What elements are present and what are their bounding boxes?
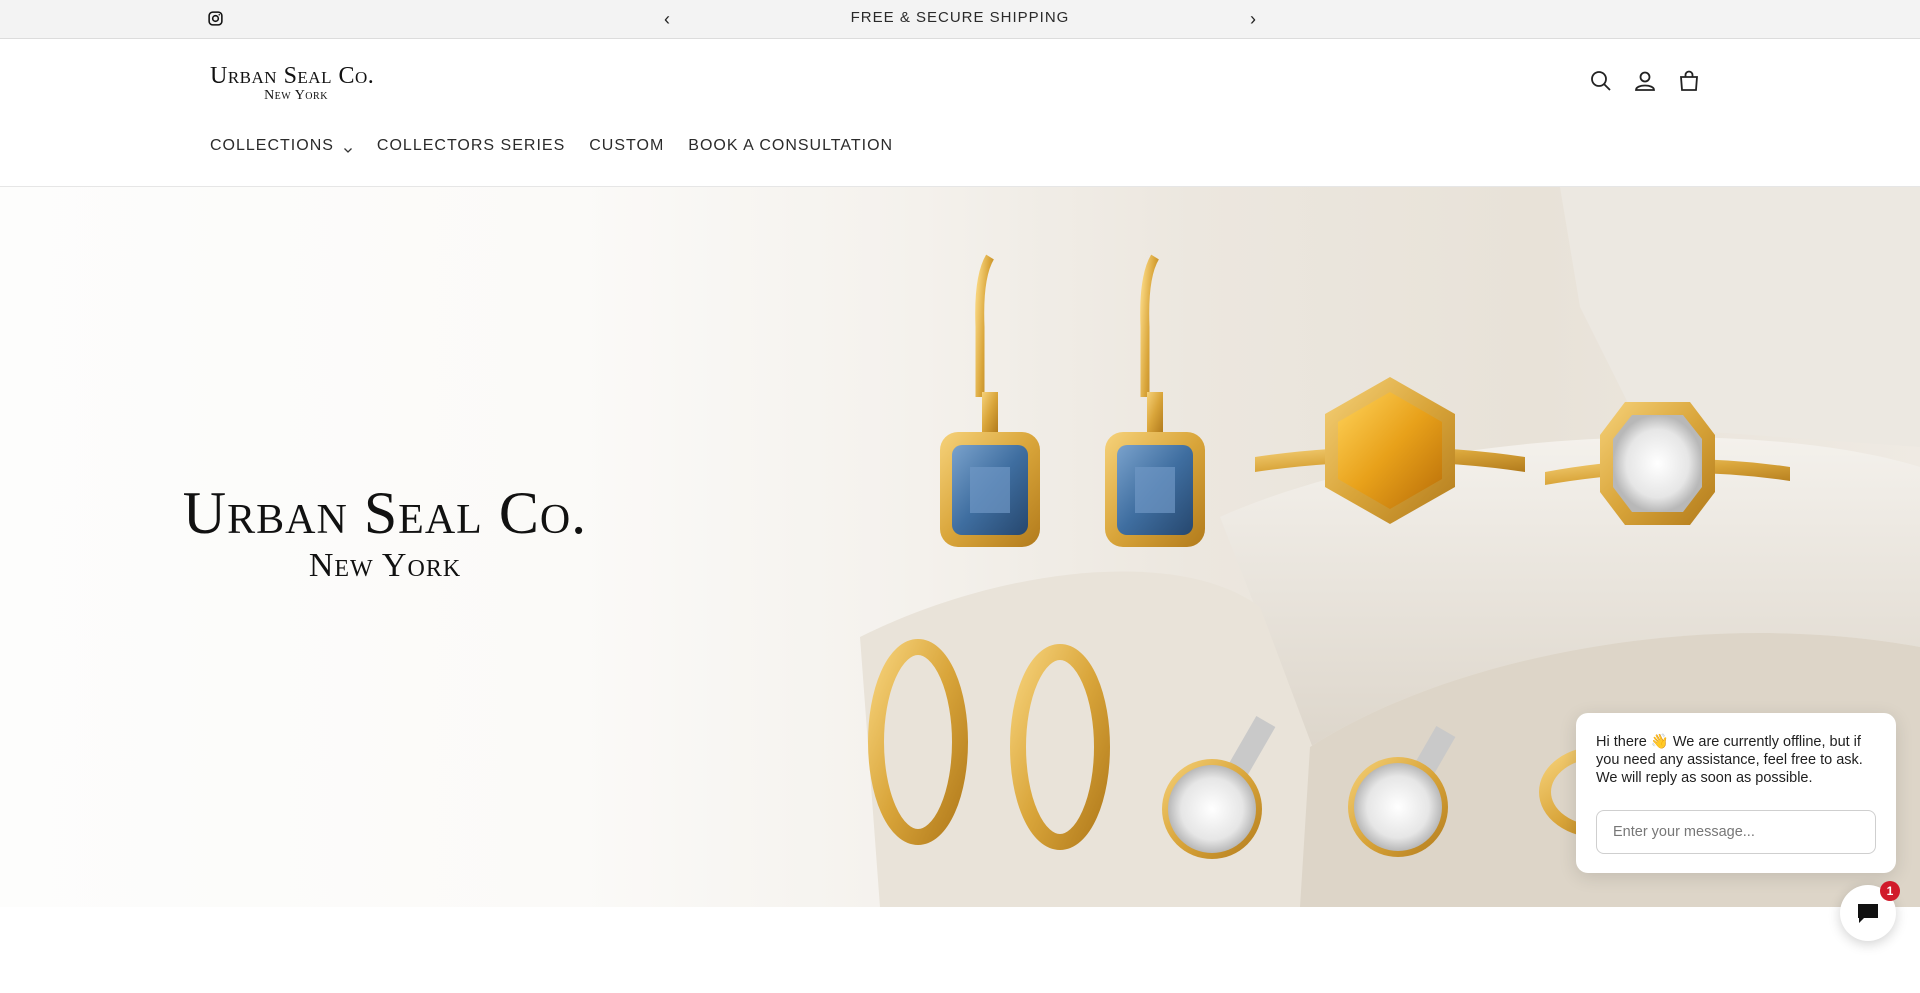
site-header: Urban Seal Co. New York COLLECTIONS COLL… (0, 39, 1920, 187)
hero-title-line-2: New York (308, 547, 462, 584)
nav-item-label: COLLECTORS SERIES (376, 137, 566, 154)
nav-item-label: COLLECTIONS (210, 137, 334, 154)
nav-item-label: CUSTOM (589, 137, 665, 154)
chat-message-input[interactable] (1596, 810, 1876, 854)
chat-message: Hi there 👋 We are currently offline, but… (1596, 734, 1863, 786)
nav-item-collectors-series[interactable]: COLLECTORS SERIES (377, 136, 565, 156)
hero-logo: Urban Seal Co. New York (140, 482, 630, 586)
main-nav: COLLECTIONS COLLECTORS SERIES CUSTOM BOO… (210, 136, 917, 156)
nav-item-custom[interactable]: CUSTOM (589, 136, 664, 156)
announcement-text: FREE & SECURE SHIPPING (850, 9, 1070, 26)
notification-badge: 1 (1880, 881, 1900, 901)
hero-title-line-1: Urban Seal Co. (182, 480, 588, 546)
chevron-down-icon (343, 141, 353, 153)
chat-popup: Hi there 👋 We are currently offline, but… (1576, 713, 1896, 873)
nav-item-book-consultation[interactable]: BOOK A CONSULTATION (688, 136, 893, 156)
account-icon[interactable] (1632, 68, 1658, 94)
logo-line-1: Urban Seal Co. (210, 63, 375, 89)
header-icons (1588, 68, 1708, 94)
logo-line-2: New York (264, 88, 328, 103)
chevron-right-icon[interactable]: › (1243, 9, 1263, 29)
cart-icon[interactable] (1676, 68, 1702, 94)
announcement-bar: ‹ FREE & SECURE SHIPPING › (0, 0, 1920, 39)
chevron-left-icon[interactable]: ‹ (657, 9, 677, 29)
nav-item-collections[interactable]: COLLECTIONS (210, 136, 353, 156)
nav-item-label: BOOK A CONSULTATION (688, 137, 894, 154)
search-icon[interactable] (1588, 68, 1614, 94)
site-logo[interactable]: Urban Seal Co. New York (210, 63, 400, 103)
chat-bubble-icon (1858, 904, 1878, 923)
instagram-icon[interactable] (207, 10, 224, 27)
